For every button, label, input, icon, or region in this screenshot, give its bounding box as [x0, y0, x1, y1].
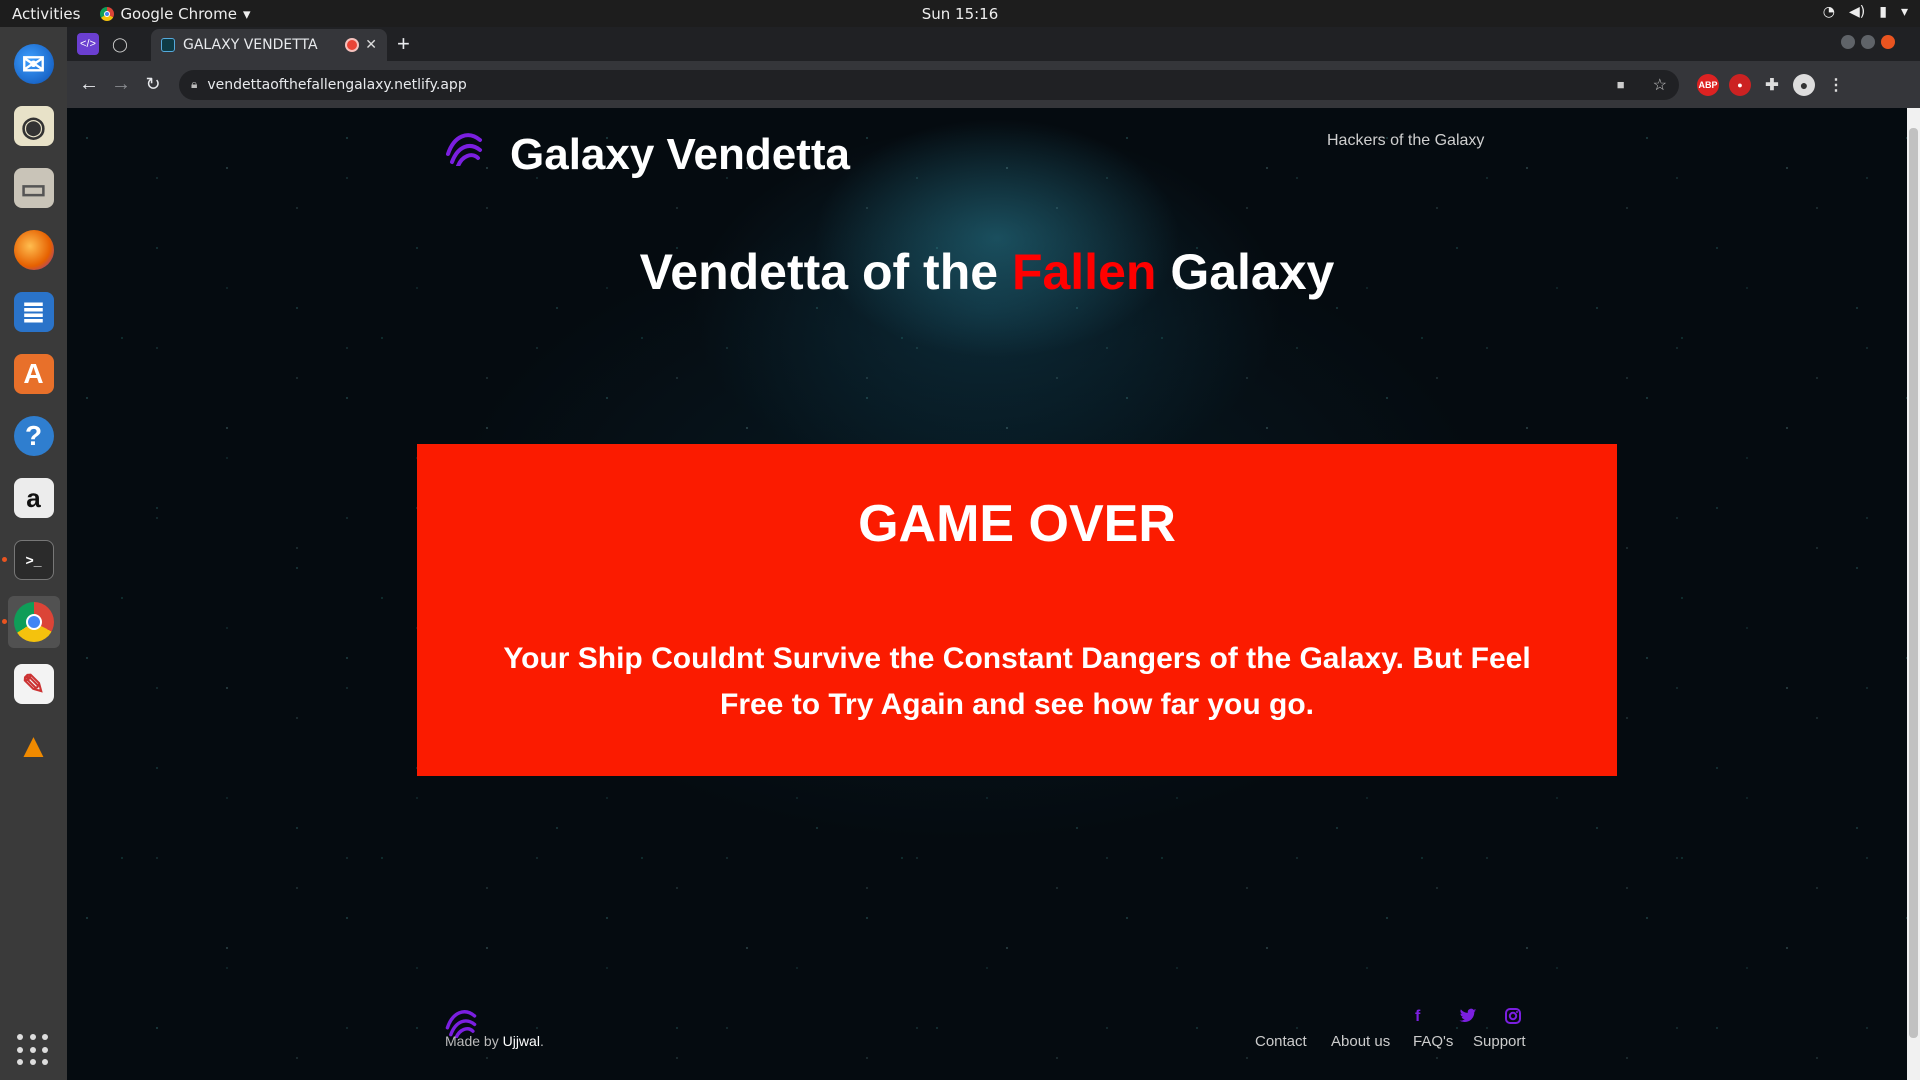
activities-button[interactable]: Activities	[0, 5, 92, 23]
extensions-puzzle-icon[interactable]: ✚	[1761, 74, 1783, 96]
chrome-icon	[13, 602, 54, 642]
tab-galaxy-vendetta[interactable]: GALAXY VENDETTA ✕	[151, 29, 387, 61]
game-over-panel: GAME OVER Your Ship Couldnt Survive the …	[417, 444, 1617, 776]
recording-icon	[347, 40, 358, 50]
dock-software[interactable]: A	[8, 348, 60, 400]
dock: ✉ ◉ ▭ ≣ A ? a >_ ✎ ▲	[0, 27, 67, 1080]
page-scrollbar[interactable]	[1907, 108, 1920, 1080]
instagram-icon[interactable]	[1505, 1008, 1521, 1029]
battery-icon: ▮	[1879, 4, 1887, 20]
system-tray[interactable]: ◔ ◀) ▮ ▾	[1823, 4, 1908, 20]
dock-writer[interactable]: ≣	[8, 286, 60, 338]
terminal-icon: >_	[13, 540, 54, 580]
bookmark-star-icon[interactable]: ☆	[1653, 75, 1667, 95]
rhythmbox-icon: ◉	[13, 106, 54, 146]
site-favicon-icon	[161, 38, 175, 52]
volume-icon: ◀)	[1849, 4, 1866, 20]
thunderbird-icon: ✉	[13, 44, 54, 84]
pinned-tab-code[interactable]: </>	[77, 33, 99, 55]
lock-icon: 🔒︎	[191, 77, 198, 91]
footer-link-faq[interactable]: FAQ's	[1413, 1033, 1453, 1050]
chrome-icon	[100, 6, 115, 21]
chevron-down-icon: ▾	[242, 4, 251, 23]
footer-link-support[interactable]: Support	[1473, 1033, 1526, 1050]
code-icon: </>	[80, 38, 96, 50]
browser-window: </> ◯ GALAXY VENDETTA ✕ + ← → ↻ 🔒︎ vende…	[67, 27, 1920, 1080]
hero-heading: Vendetta of the Fallen Galaxy	[639, 244, 1335, 300]
firefox-icon	[13, 230, 54, 270]
dock-rhythmbox[interactable]: ◉	[8, 100, 60, 152]
maximize-icon[interactable]	[1861, 35, 1875, 49]
browser-menu-icon[interactable]: ⋮	[1825, 74, 1847, 96]
address-bar[interactable]: 🔒︎ vendettaofthefallengalaxy.netlify.app…	[179, 69, 1679, 100]
text-editor-icon: ✎	[13, 664, 54, 704]
extension-record-icon[interactable]: ●	[1729, 73, 1751, 96]
tab-strip: </> ◯ GALAXY VENDETTA ✕ +	[67, 27, 1920, 61]
clock[interactable]: Sun 15:16	[0, 5, 1920, 23]
close-window-icon[interactable]	[1881, 35, 1895, 49]
camera-icon[interactable]: ■	[1617, 77, 1625, 92]
show-applications-icon[interactable]	[17, 1034, 49, 1066]
footer-link-about[interactable]: About us	[1331, 1033, 1390, 1050]
url-text[interactable]: vendettaofthefallengalaxy.netlify.app	[207, 77, 466, 93]
dock-help[interactable]: ?	[8, 410, 60, 462]
twitter-icon[interactable]	[1459, 1008, 1477, 1029]
software-icon: A	[13, 354, 54, 394]
system-top-bar: Activities Google Chrome ▾ Sun 15:16 ◔ ◀…	[0, 0, 1920, 27]
profile-avatar-icon[interactable]: ●	[1793, 73, 1815, 96]
dock-firefox[interactable]	[8, 224, 60, 276]
minimize-icon[interactable]	[1841, 35, 1855, 49]
nav-link-hackers[interactable]: Hackers of the Galaxy	[1327, 132, 1484, 150]
github-icon: ◯	[112, 35, 128, 52]
scrollbar-thumb[interactable]	[1909, 128, 1918, 1038]
adblock-plus-icon[interactable]: ABP	[1697, 73, 1719, 96]
galaxy-logo-icon[interactable]	[444, 126, 484, 166]
site-title[interactable]: Galaxy Vendetta	[510, 130, 850, 180]
dock-files[interactable]: ▭	[8, 162, 60, 214]
help-icon: ?	[13, 416, 54, 456]
browser-toolbar: ← → ↻ 🔒︎ vendettaofthefallengalaxy.netli…	[67, 61, 1920, 108]
footer-credit: Made by Ujjwal.	[445, 1033, 544, 1049]
vlc-icon: ▲	[16, 726, 51, 765]
facebook-icon[interactable]: f	[1415, 1008, 1420, 1026]
dock-vlc[interactable]: ▲	[8, 720, 60, 772]
dock-terminal[interactable]: >_	[1, 534, 60, 586]
footer-link-contact[interactable]: Contact	[1255, 1033, 1307, 1050]
new-tab-button[interactable]: +	[397, 31, 410, 57]
app-menu-label: Google Chrome	[120, 4, 237, 23]
amazon-icon: a	[13, 478, 54, 518]
dock-amazon[interactable]: a	[8, 472, 60, 524]
dock-chrome[interactable]	[1, 596, 60, 648]
dock-thunderbird[interactable]: ✉	[8, 38, 60, 90]
files-icon: ▭	[13, 168, 54, 208]
hero-accent-word: Fallen	[1011, 244, 1157, 300]
reload-icon[interactable]: ↻	[137, 74, 169, 95]
author-link[interactable]: Ujjwal	[503, 1033, 540, 1049]
web-page: Galaxy Vendetta Hackers of the Galaxy Ve…	[67, 108, 1907, 1080]
writer-icon: ≣	[13, 292, 54, 332]
dock-text-editor[interactable]: ✎	[8, 658, 60, 710]
app-menu[interactable]: Google Chrome ▾	[100, 5, 250, 23]
chevron-down-icon: ▾	[1900, 4, 1908, 20]
wifi-icon: ◔	[1822, 4, 1836, 20]
game-over-heading: GAME OVER	[858, 495, 1176, 553]
close-tab-icon[interactable]: ✕	[365, 37, 377, 53]
game-over-message: Your Ship Couldnt Survive the Constant D…	[503, 642, 1531, 721]
pinned-tab-github[interactable]: ◯	[109, 33, 131, 55]
tab-title: GALAXY VENDETTA	[183, 37, 318, 53]
back-icon[interactable]: ←	[73, 73, 105, 96]
forward-icon[interactable]: →	[105, 73, 137, 96]
